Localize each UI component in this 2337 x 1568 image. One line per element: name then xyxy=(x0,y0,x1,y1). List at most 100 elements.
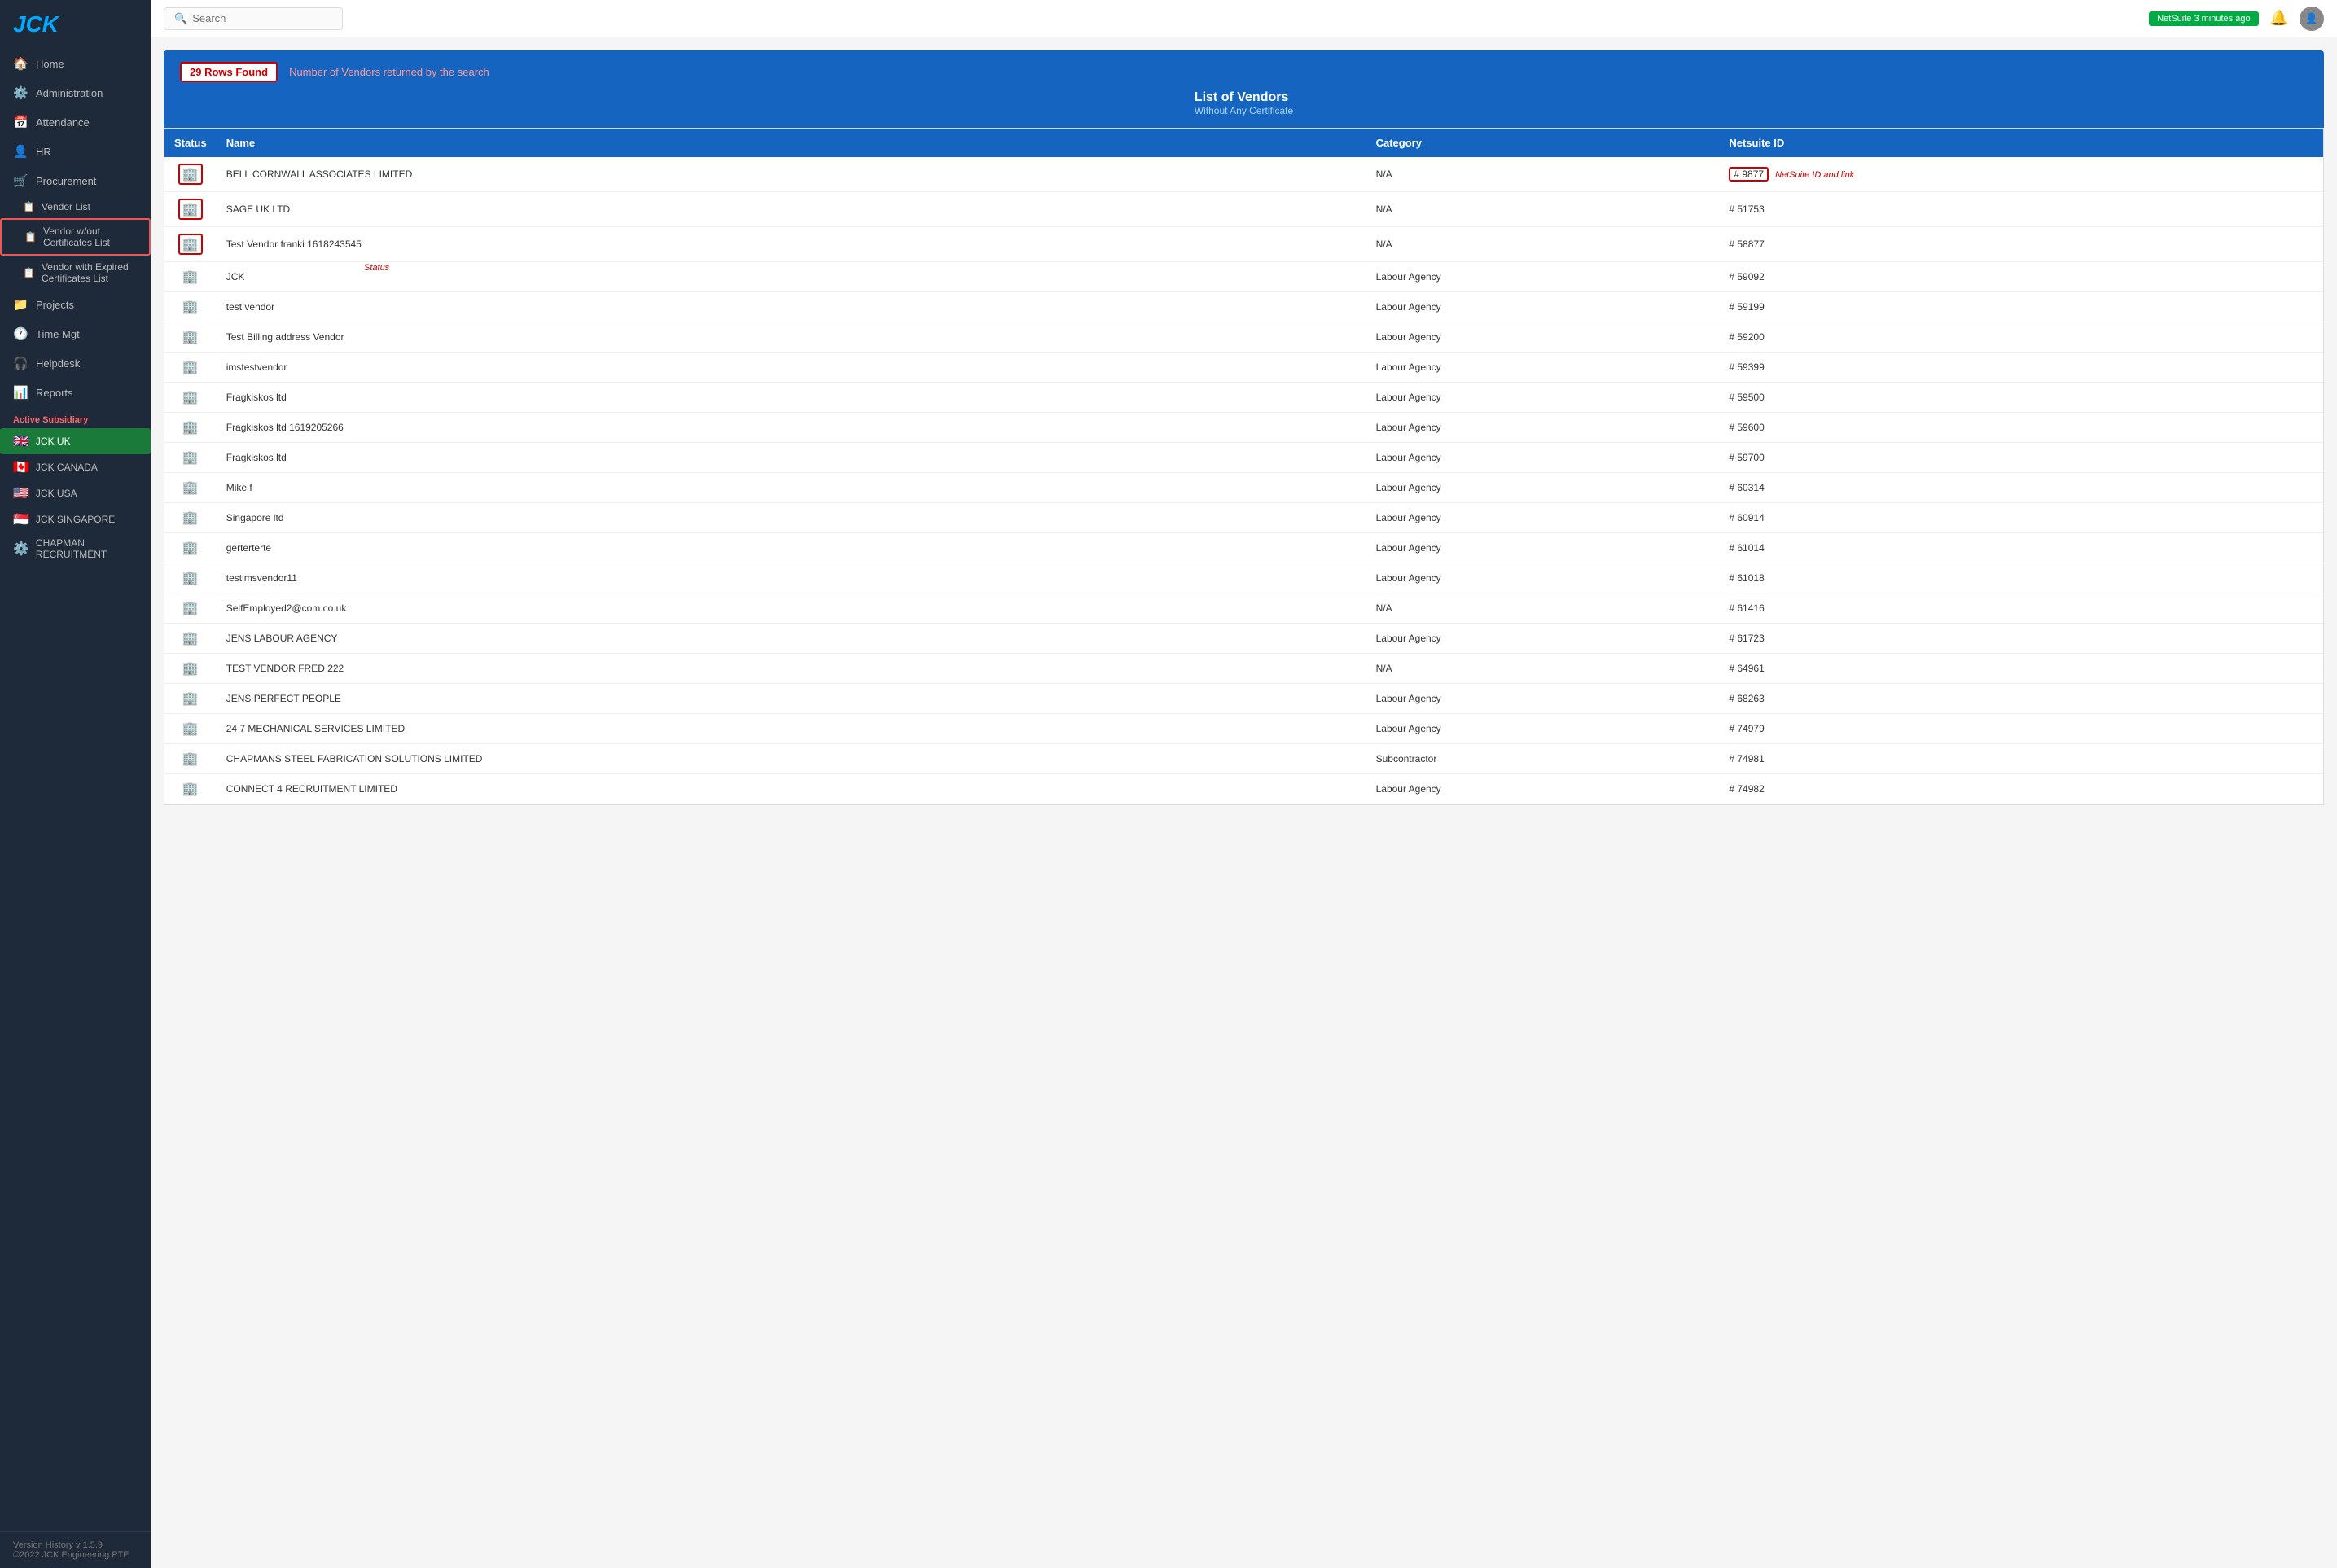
status-icon: 🏢 xyxy=(174,199,207,220)
bell-icon[interactable]: 🔔 xyxy=(2270,10,2288,27)
table-row: 🏢BELL CORNWALL ASSOCIATES LIMITEDN/A# 98… xyxy=(164,157,2323,192)
netsuite-id-cell[interactable]: # 59092 xyxy=(1719,262,2323,292)
vendor-category: N/A xyxy=(1366,593,1720,624)
table-row: 🏢JENS PERFECT PEOPLELabour Agency# 68263 xyxy=(164,684,2323,714)
sidebar-item-helpdesk[interactable]: 🎧 Helpdesk xyxy=(0,348,151,378)
status-icon: 🏢 xyxy=(174,720,207,737)
netsuite-id-cell[interactable]: # 61416 xyxy=(1719,593,2323,624)
col-name: Name xyxy=(217,129,1366,157)
vendors-table: Status Name Category Netsuite ID 🏢BELL C… xyxy=(164,129,2323,804)
sidebar-item-time-mgt[interactable]: 🕐 Time Mgt xyxy=(0,319,151,348)
netsuite-id-cell[interactable]: # 59200 xyxy=(1719,322,2323,353)
vendor-name: Mike f xyxy=(217,473,1366,503)
sidebar-item-vendor-list[interactable]: 📋 Vendor List xyxy=(0,195,151,218)
sidebar-item-administration[interactable]: ⚙️ Administration xyxy=(0,78,151,107)
table-row: 🏢SelfEmployed2@com.co.ukN/A# 61416 xyxy=(164,593,2323,624)
status-icon: 🏢 xyxy=(174,660,207,677)
vendor-name: Fragkiskos ltd xyxy=(217,443,1366,473)
status-cell: 🏢 xyxy=(164,413,217,443)
header: 🔍 NetSuite 3 minutes ago 🔔 👤 xyxy=(151,0,2337,37)
app-logo: JCK xyxy=(0,0,151,49)
vendor-category: Labour Agency xyxy=(1366,503,1720,533)
vendor-name: JENS LABOUR AGENCY xyxy=(217,624,1366,654)
netsuite-id-cell[interactable]: # 61018 xyxy=(1719,563,2323,593)
status-cell: 🏢 xyxy=(164,503,217,533)
netsuite-id-cell[interactable]: # 59199 xyxy=(1719,292,2323,322)
status-cell: 🏢 xyxy=(164,744,217,774)
netsuite-id-cell[interactable]: # 59600 xyxy=(1719,413,2323,443)
vendor-category: N/A xyxy=(1366,654,1720,684)
sidebar-item-attendance[interactable]: 📅 Attendance xyxy=(0,107,151,137)
table-row: 🏢 Test Vendor franki 1618243545N/A# 58877 xyxy=(164,227,2323,262)
vendor-category: Labour Agency xyxy=(1366,443,1720,473)
vendor-name: Test Vendor franki 1618243545 xyxy=(217,227,1366,262)
status-icon: 🏢 xyxy=(174,419,207,436)
netsuite-id-cell[interactable]: # 51753 xyxy=(1719,192,2323,227)
status-icon: 🏢 xyxy=(174,600,207,616)
sidebar-item-projects[interactable]: 📁 Projects xyxy=(0,290,151,319)
netsuite-id-cell[interactable]: # 68263 xyxy=(1719,684,2323,714)
netsuite-id-cell[interactable]: # 58877 xyxy=(1719,227,2323,262)
rows-found-badge: 29 Rows Found xyxy=(180,62,278,82)
sidebar-item-vendor-without[interactable]: 📋 Vendor w/out Certificates List xyxy=(0,218,151,256)
vendor-name: Fragkiskos ltd 1619205266 xyxy=(217,413,1366,443)
sidebar-item-hr[interactable]: 👤 HR xyxy=(0,137,151,166)
subsidiary-jck-uk[interactable]: 🇬🇧 JCK UK xyxy=(0,428,151,454)
banner-subtitle: Without Any Certificate xyxy=(1195,105,1293,116)
netsuite-id-cell[interactable]: # 61723 xyxy=(1719,624,2323,654)
netsuite-id-annotated[interactable]: # 9877 xyxy=(1729,167,1769,182)
search-box[interactable]: 🔍 xyxy=(164,7,343,30)
table-row: 🏢Fragkiskos ltdLabour Agency# 59700 xyxy=(164,443,2323,473)
uk-flag-icon: 🇬🇧 xyxy=(13,433,29,449)
subsidiary-jck-usa[interactable]: 🇺🇸 JCK USA xyxy=(0,480,151,506)
vendor-category: Labour Agency xyxy=(1366,262,1720,292)
vendor-category: Labour Agency xyxy=(1366,413,1720,443)
singapore-flag-icon: 🇸🇬 xyxy=(13,511,29,528)
vendor-category: N/A xyxy=(1366,227,1720,262)
table-header-row: Status Name Category Netsuite ID xyxy=(164,129,2323,157)
table-row: 🏢CONNECT 4 RECRUITMENT LIMITEDLabour Age… xyxy=(164,774,2323,804)
helpdesk-icon: 🎧 xyxy=(13,356,28,370)
status-cell: 🏢 xyxy=(164,593,217,624)
subsidiary-chapman[interactable]: ⚙️ CHAPMAN RECRUITMENT xyxy=(0,532,151,565)
vendor-name: JENS PERFECT PEOPLE xyxy=(217,684,1366,714)
vendor-category: Labour Agency xyxy=(1366,714,1720,744)
vendor-without-icon: 📋 xyxy=(24,231,37,243)
vendor-category: Labour Agency xyxy=(1366,383,1720,413)
status-icon: 🏢 xyxy=(174,510,207,526)
netsuite-id-cell[interactable]: # 74979 xyxy=(1719,714,2323,744)
main-area: 🔍 NetSuite 3 minutes ago 🔔 👤 29 Rows Fou… xyxy=(151,0,2337,1568)
netsuite-id-cell[interactable]: # 59700 xyxy=(1719,443,2323,473)
netsuite-id-cell[interactable]: # 59399 xyxy=(1719,353,2323,383)
sidebar-footer: Version History v 1.5.9 ©2022 JCK Engine… xyxy=(0,1531,151,1568)
status-icon: 🏢 xyxy=(174,234,207,255)
search-input[interactable] xyxy=(192,12,332,24)
vendor-name: CHAPMANS STEEL FABRICATION SOLUTIONS LIM… xyxy=(217,744,1366,774)
status-icon: 🏢 xyxy=(174,751,207,767)
vendor-name: test vendor xyxy=(217,292,1366,322)
table-row: 🏢Mike fLabour Agency# 60314 xyxy=(164,473,2323,503)
status-icon: 🏢 xyxy=(174,690,207,707)
netsuite-id-cell[interactable]: # 61014 xyxy=(1719,533,2323,563)
vendor-category: Labour Agency xyxy=(1366,624,1720,654)
netsuite-id-cell[interactable]: # 60914 xyxy=(1719,503,2323,533)
vendor-name: Test Billing address Vendor xyxy=(217,322,1366,353)
netsuite-id-cell[interactable]: # 74982 xyxy=(1719,774,2323,804)
netsuite-id-cell[interactable]: # 60314 xyxy=(1719,473,2323,503)
netsuite-id-cell[interactable]: # 59500 xyxy=(1719,383,2323,413)
sidebar-item-home[interactable]: 🏠 Home xyxy=(0,49,151,78)
content-area: 29 Rows Found Number of Vendors returned… xyxy=(151,37,2337,1568)
subsidiary-jck-canada[interactable]: 🇨🇦 JCK CANADA xyxy=(0,454,151,480)
sidebar-item-reports[interactable]: 📊 Reports xyxy=(0,378,151,407)
sidebar: JCK 🏠 Home ⚙️ Administration 📅 Attendanc… xyxy=(0,0,151,1568)
subsidiary-jck-singapore[interactable]: 🇸🇬 JCK SINGAPORE xyxy=(0,506,151,532)
active-subsidiary-label: Active Subsidiary xyxy=(0,407,151,428)
status-cell: 🏢 xyxy=(164,533,217,563)
status-cell: 🏢 xyxy=(164,262,217,292)
sidebar-item-procurement[interactable]: 🛒 Procurement xyxy=(0,166,151,195)
vendor-name: Singapore ltd xyxy=(217,503,1366,533)
status-cell: 🏢 xyxy=(164,443,217,473)
sidebar-item-vendor-expired[interactable]: 📋 Vendor with Expired Certificates List xyxy=(0,256,151,290)
netsuite-id-cell[interactable]: # 64961 xyxy=(1719,654,2323,684)
netsuite-id-cell[interactable]: # 74981 xyxy=(1719,744,2323,774)
